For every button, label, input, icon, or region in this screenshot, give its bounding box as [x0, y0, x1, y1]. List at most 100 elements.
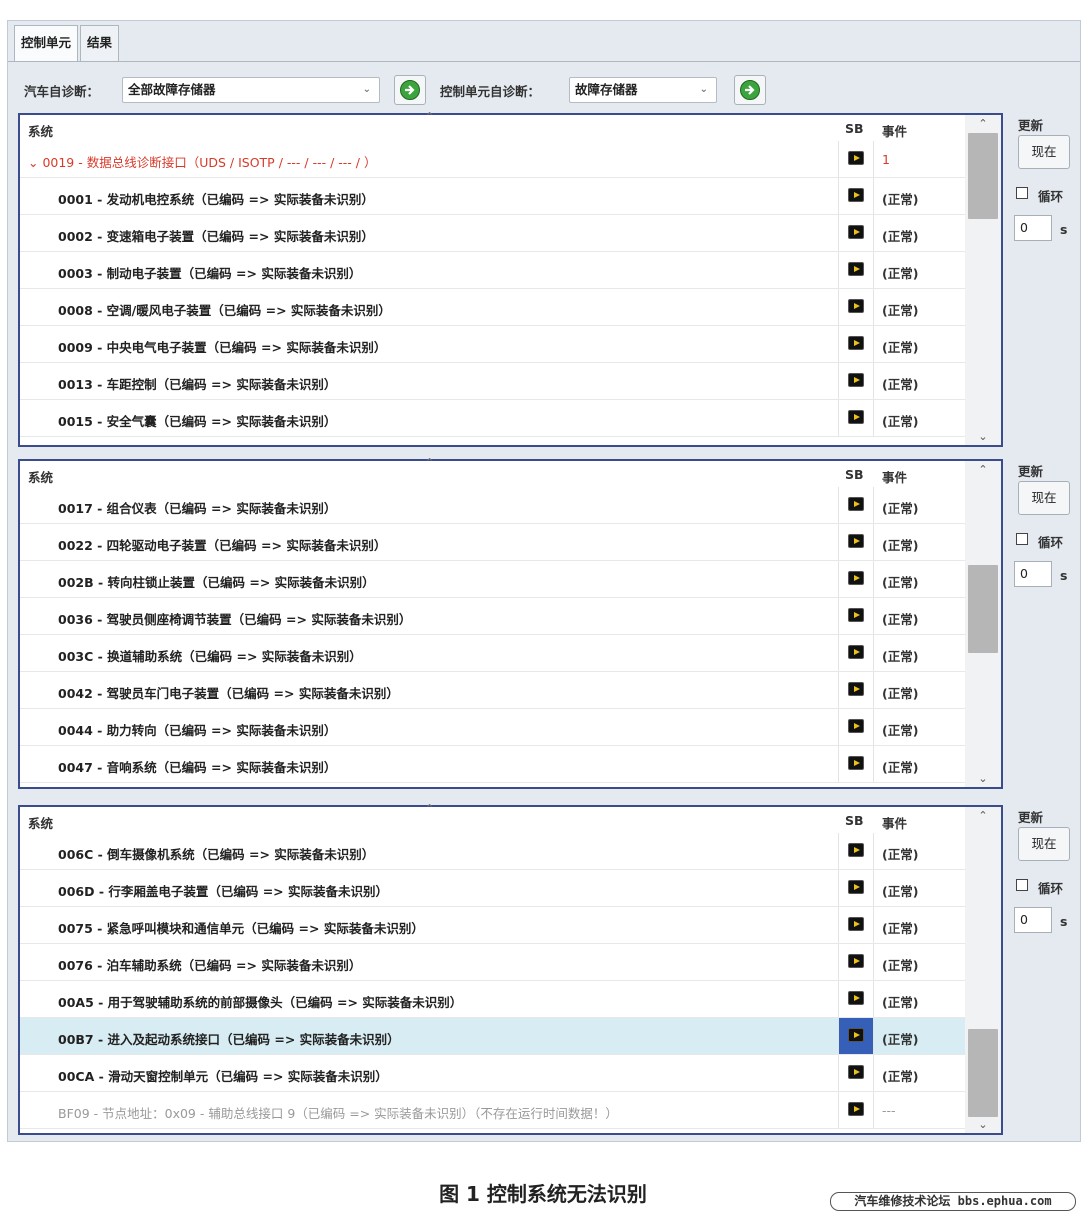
unit-diag-go-button[interactable] — [734, 75, 766, 105]
refresh-now-button[interactable]: 现在 — [1018, 481, 1070, 515]
column-sb[interactable]: SB — [845, 121, 864, 136]
table-row[interactable]: ⌄ 0019 - 数据总线诊断接口（UDS / ISOTP / --- / --… — [20, 141, 965, 178]
table-row[interactable]: 002B - 转向柱锁止装置（已编码 => 实际装备未识别） (正常) — [20, 561, 965, 598]
sb-cell[interactable] — [838, 215, 874, 251]
column-event[interactable]: 事件 — [882, 467, 907, 486]
interval-input[interactable]: 0 — [1014, 561, 1052, 587]
sb-cell[interactable] — [838, 289, 874, 325]
table-row[interactable]: 0076 - 泊车辅助系统（已编码 => 实际装备未识别） (正常) — [20, 944, 965, 981]
table-row[interactable]: 0036 - 驾驶员侧座椅调节装置（已编码 => 实际装备未识别） (正常) — [20, 598, 965, 635]
row-event: (正常) — [882, 414, 919, 429]
refresh-now-button[interactable]: 现在 — [1018, 135, 1070, 169]
table-row[interactable]: 0002 - 变速箱电子装置（已编码 => 实际装备未识别） (正常) — [20, 215, 965, 252]
panel-header: 系统 ⌃ SB 事件 — [20, 456, 1001, 487]
row-event: (正常) — [882, 686, 919, 701]
scroll-down-icon[interactable]: ⌄ — [965, 1118, 1001, 1131]
interval-input[interactable]: 0 — [1014, 907, 1052, 933]
system-list: 006C - 倒车摄像机系统（已编码 => 实际装备未识别） (正常) 006D… — [20, 833, 965, 1129]
table-row[interactable]: 0075 - 紧急呼叫模块和通信单元（已编码 => 实际装备未识别） (正常) — [20, 907, 965, 944]
sb-cell[interactable] — [838, 400, 874, 436]
loop-checkbox[interactable] — [1016, 533, 1028, 545]
table-row[interactable]: 003C - 换道辅助系统（已编码 => 实际装备未识别） (正常) — [20, 635, 965, 672]
sb-cell[interactable] — [838, 524, 874, 560]
table-row[interactable]: 0022 - 四轮驱动电子装置（已编码 => 实际装备未识别） (正常) — [20, 524, 965, 561]
vehicle-diag-select[interactable]: 全部故障存储器 ⌄ — [122, 77, 380, 103]
column-event[interactable]: 事件 — [882, 121, 907, 140]
sb-cell[interactable] — [838, 870, 874, 906]
sb-cell[interactable] — [838, 672, 874, 708]
table-row[interactable]: 00A5 - 用于驾驶辅助系统的前部摄像头（已编码 => 实际装备未识别） (正… — [20, 981, 965, 1018]
row-system: ⌄ 0019 - 数据总线诊断接口（UDS / ISOTP / --- / --… — [28, 152, 376, 171]
loop-checkbox[interactable] — [1016, 187, 1028, 199]
interval-input[interactable]: 0 — [1014, 215, 1052, 241]
scroll-up-icon[interactable]: ⌃ — [965, 117, 1001, 130]
sb-cell[interactable] — [838, 598, 874, 634]
scroll-down-icon[interactable]: ⌄ — [965, 430, 1001, 443]
scroll-thumb[interactable] — [968, 133, 998, 219]
table-row[interactable]: 0017 - 组合仪表（已编码 => 实际装备未识别） (正常) — [20, 487, 965, 524]
table-row[interactable]: 0003 - 制动电子装置（已编码 => 实际装备未识别） (正常) — [20, 252, 965, 289]
table-row[interactable]: 0013 - 车距控制（已编码 => 实际装备未识别） (正常) — [20, 363, 965, 400]
row-system: 0042 - 驾驶员车门电子装置（已编码 => 实际装备未识别） — [58, 686, 399, 701]
column-sb[interactable]: SB — [845, 813, 864, 828]
row-system: 0015 - 安全气囊（已编码 => 实际装备未识别） — [58, 414, 337, 429]
tab-results[interactable]: 结果 — [80, 25, 120, 61]
column-system[interactable]: 系统 — [28, 121, 53, 140]
sb-cell[interactable] — [838, 141, 874, 177]
sb-cell[interactable] — [838, 833, 874, 869]
unit-diag-select[interactable]: 故障存储器 ⌄ — [569, 77, 717, 103]
sb-cell[interactable] — [838, 1092, 874, 1128]
column-system[interactable]: 系统 — [28, 813, 53, 832]
column-event[interactable]: 事件 — [882, 813, 907, 832]
row-event: --- — [882, 1103, 896, 1118]
sb-cell[interactable] — [838, 981, 874, 1017]
scroll-thumb[interactable] — [968, 565, 998, 653]
vertical-scrollbar[interactable]: ⌃ ⌄ — [965, 461, 1001, 787]
sb-cell[interactable] — [838, 944, 874, 980]
table-row-selected[interactable]: 00B7 - 进入及起动系统接口（已编码 => 实际装备未识别） (正常) — [20, 1018, 965, 1055]
column-sb[interactable]: SB — [845, 467, 864, 482]
table-row[interactable]: 0001 - 发动机电控系统（已编码 => 实际装备未识别） (正常) — [20, 178, 965, 215]
sb-cell[interactable] — [838, 635, 874, 671]
scroll-down-icon[interactable]: ⌄ — [965, 772, 1001, 785]
scroll-thumb[interactable] — [968, 1029, 998, 1117]
vehicle-diag-go-button[interactable] — [394, 75, 426, 105]
refresh-title: 更新 — [1018, 810, 1044, 825]
refresh-title: 更新 — [1018, 118, 1044, 133]
sb-cell[interactable] — [838, 907, 874, 943]
sb-icon — [848, 880, 864, 894]
table-row[interactable]: 0044 - 助力转向（已编码 => 实际装备未识别） (正常) — [20, 709, 965, 746]
tab-control-units[interactable]: 控制单元 — [14, 25, 79, 61]
row-system: 00A5 - 用于驾驶辅助系统的前部摄像头（已编码 => 实际装备未识别） — [58, 995, 463, 1010]
table-row[interactable]: 0015 - 安全气囊（已编码 => 实际装备未识别） (正常) — [20, 400, 965, 437]
diagnostic-window: 控制单元 结果 汽车自诊断： 全部故障存储器 ⌄ 控制单元自诊断： 故障存储器 … — [7, 20, 1081, 1142]
table-row[interactable]: 0042 - 驾驶员车门电子装置（已编码 => 实际装备未识别） (正常) — [20, 672, 965, 709]
refresh-now-button[interactable]: 现在 — [1018, 827, 1070, 861]
table-row[interactable]: 0047 - 音响系统（已编码 => 实际装备未识别） (正常) — [20, 746, 965, 783]
sb-cell[interactable] — [838, 561, 874, 597]
table-row[interactable]: BF09 - 节点地址：0x09 - 辅助总线接口 9（已编码 => 实际装备未… — [20, 1092, 965, 1129]
sb-cell[interactable] — [838, 1018, 874, 1054]
sb-cell[interactable] — [838, 326, 874, 362]
interval-unit: s — [1060, 914, 1068, 929]
scroll-up-icon[interactable]: ⌃ — [965, 463, 1001, 476]
scroll-up-icon[interactable]: ⌃ — [965, 809, 1001, 822]
table-row[interactable]: 0008 - 空调/暖风电子装置（已编码 => 实际装备未识别） (正常) — [20, 289, 965, 326]
sb-cell[interactable] — [838, 709, 874, 745]
loop-checkbox[interactable] — [1016, 879, 1028, 891]
sb-cell[interactable] — [838, 487, 874, 523]
sb-cell[interactable] — [838, 178, 874, 214]
vertical-scrollbar[interactable]: ⌃ ⌄ — [965, 115, 1001, 445]
vertical-scrollbar[interactable]: ⌃ ⌄ — [965, 807, 1001, 1133]
column-system[interactable]: 系统 — [28, 467, 53, 486]
table-row[interactable]: 00CA - 滑动天窗控制单元（已编码 => 实际装备未识别） (正常) — [20, 1055, 965, 1092]
table-row[interactable]: 006C - 倒车摄像机系统（已编码 => 实际装备未识别） (正常) — [20, 833, 965, 870]
expand-chevron-icon[interactable]: ⌄ — [28, 155, 42, 170]
sb-icon — [848, 262, 864, 276]
sb-cell[interactable] — [838, 363, 874, 399]
table-row[interactable]: 0009 - 中央电气电子装置（已编码 => 实际装备未识别） (正常) — [20, 326, 965, 363]
table-row[interactable]: 006D - 行李厢盖电子装置（已编码 => 实际装备未识别） (正常) — [20, 870, 965, 907]
sb-cell[interactable] — [838, 746, 874, 782]
sb-cell[interactable] — [838, 1055, 874, 1091]
sb-cell[interactable] — [838, 252, 874, 288]
